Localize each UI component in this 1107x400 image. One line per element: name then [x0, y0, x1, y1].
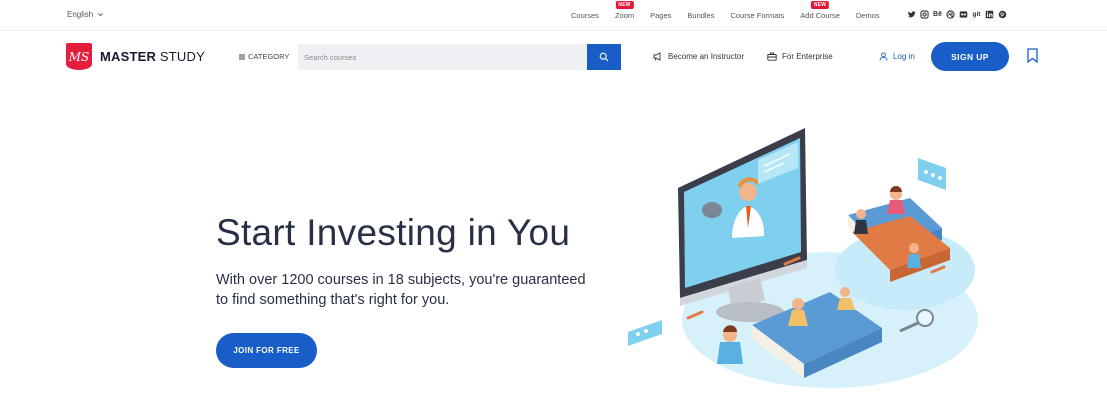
git-icon[interactable]: git [972, 10, 981, 19]
linkedin-icon[interactable] [985, 10, 994, 19]
logo[interactable]: MS MASTER STUDY [66, 43, 205, 70]
category-label: CATEGORY [248, 52, 290, 61]
pinterest-icon[interactable] [998, 10, 1007, 19]
category-menu[interactable]: CATEGORY [239, 52, 289, 61]
hero-title: Start Investing in You [216, 212, 571, 253]
chevron-down-icon [98, 13, 104, 17]
toplink-courses[interactable]: Courses [571, 11, 599, 20]
wishlist-button[interactable] [1027, 48, 1038, 68]
become-instructor-link[interactable]: Become an Instructor [653, 52, 744, 61]
toplink-course-formats[interactable]: Course Formats [731, 11, 785, 20]
twitter-icon[interactable] [907, 10, 916, 19]
user-icon [879, 52, 888, 61]
dribbble-icon[interactable] [946, 10, 955, 19]
top-bar: English Courses NEW Zoom Pages Bundles Co… [0, 0, 1107, 31]
join-for-free-button[interactable]: JOIN FOR FREE [216, 333, 317, 368]
hero-illustration [628, 128, 978, 388]
signup-button[interactable]: SIGN UP [931, 42, 1009, 71]
megaphone-icon [653, 52, 661, 61]
main-header: MS MASTER STUDY CATEGORY Become an Instr… [0, 31, 1107, 83]
logo-text: MASTER STUDY [100, 49, 205, 64]
instagram-icon[interactable] [920, 10, 929, 19]
for-enterprise-link[interactable]: For Enterprise [767, 52, 833, 61]
social-links: Bē git [907, 10, 1007, 19]
briefcase-icon [767, 52, 777, 61]
language-selector[interactable]: English [67, 10, 104, 19]
menu-icon [239, 54, 245, 59]
login-link[interactable]: Log in [879, 52, 915, 61]
toplink-pages[interactable]: Pages [650, 11, 671, 20]
search-button[interactable] [587, 44, 621, 70]
search-icon [599, 52, 609, 62]
new-badge: NEW [615, 1, 634, 9]
toplink-add-course[interactable]: NEW Add Course [800, 1, 840, 20]
flickr-icon[interactable] [959, 10, 968, 19]
hero-subtitle: With over 1200 courses in 18 subjects, y… [216, 272, 586, 308]
toplink-bundles[interactable]: Bundles [687, 11, 714, 20]
bookmark-icon [1027, 48, 1038, 64]
new-badge: NEW [810, 1, 830, 9]
search-input[interactable] [298, 44, 587, 70]
top-links: Courses NEW Zoom Pages Bundles Course For… [571, 1, 880, 20]
search-bar [298, 44, 621, 70]
toplink-zoom[interactable]: NEW Zoom [615, 1, 634, 20]
language-label: English [67, 10, 94, 19]
toplink-demos[interactable]: Demos [856, 11, 880, 20]
behance-icon[interactable]: Bē [933, 10, 942, 19]
logo-mark: MS [66, 43, 92, 70]
